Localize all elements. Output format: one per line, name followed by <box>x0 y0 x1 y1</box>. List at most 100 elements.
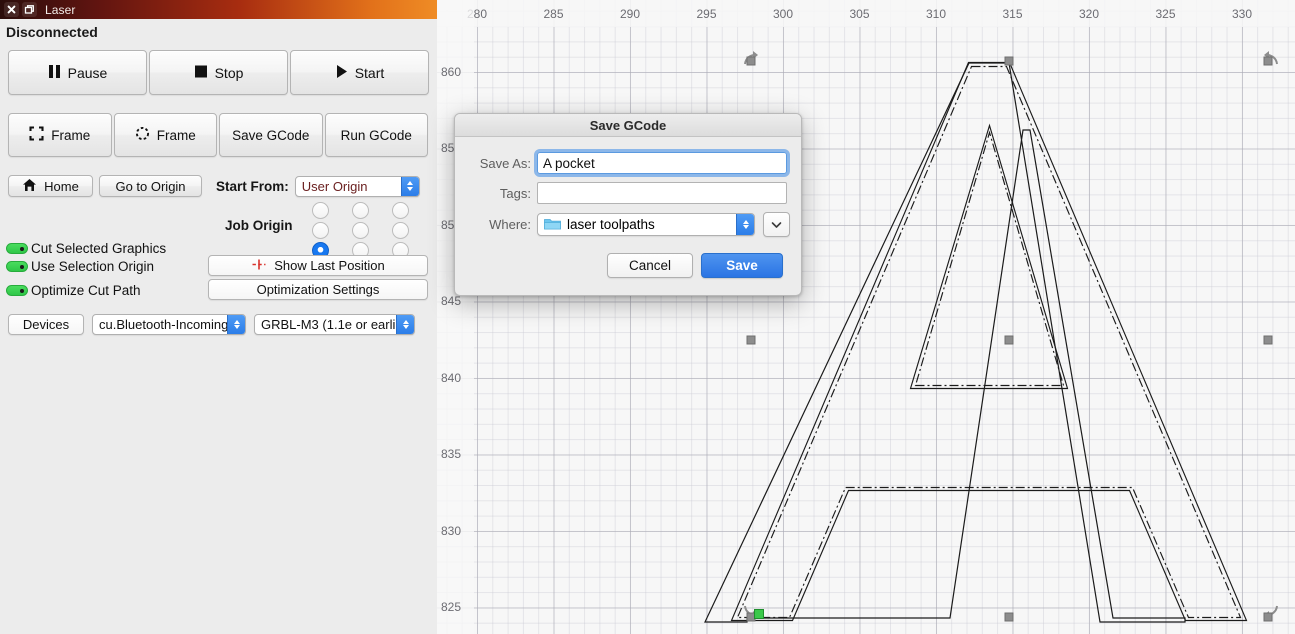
ruler-y-tick: 830 <box>441 524 462 538</box>
chevron-down-icon[interactable] <box>763 212 790 237</box>
stepper-icon[interactable] <box>396 315 414 334</box>
ruler-x-tick: 290 <box>619 7 641 21</box>
stepper-icon[interactable] <box>400 176 419 196</box>
job-origin-marker[interactable] <box>754 607 765 619</box>
tags-input[interactable] <box>537 182 787 204</box>
job-origin-label: Job Origin <box>225 218 293 233</box>
frame-square-button[interactable]: Frame <box>8 113 112 157</box>
cancel-button[interactable]: Cancel <box>607 253 693 278</box>
ruler-y-tick: 835 <box>441 447 462 461</box>
home-button[interactable]: Home <box>8 175 93 197</box>
home-origin-row: Home Go to Origin Start From: User Origi… <box>8 175 420 197</box>
frame-square-icon <box>29 126 44 144</box>
run-gcode-label: Run GCode <box>340 127 412 143</box>
window-titlebar: Laser <box>0 0 437 19</box>
folder-icon <box>544 217 561 233</box>
toggle-switch-icon[interactable] <box>6 261 28 272</box>
selection-handle-top-right[interactable] <box>1263 56 1273 66</box>
play-icon <box>335 64 348 82</box>
selection-handle-middle-left[interactable] <box>746 335 756 345</box>
toggle-switch-icon[interactable] <box>6 243 28 254</box>
job-origin-cell-5[interactable] <box>391 221 409 239</box>
letter-A-toolpath-offset <box>736 65 1242 619</box>
stepper-icon[interactable] <box>227 315 245 334</box>
save-as-label: Save As: <box>479 155 531 171</box>
selection-handle-middle-right[interactable] <box>1263 335 1273 345</box>
toggle-switch-icon[interactable] <box>6 285 28 296</box>
job-origin-cell-2[interactable] <box>391 201 409 219</box>
connection-status: Disconnected <box>6 24 98 40</box>
go-to-origin-button[interactable]: Go to Origin <box>99 175 202 197</box>
dialog-title: Save GCode <box>455 114 801 137</box>
go-to-origin-label: Go to Origin <box>115 178 186 194</box>
save-gcode-label: Save GCode <box>232 127 310 143</box>
selection-handle-top-center[interactable] <box>1004 56 1014 66</box>
letter-A-contour <box>730 61 1248 622</box>
start-from-value: User Origin <box>301 178 368 194</box>
optimization-settings-label: Optimization Settings <box>256 282 380 297</box>
crosshair-icon <box>251 258 267 274</box>
artwork-layer <box>704 51 1278 623</box>
show-last-position-label: Show Last Position <box>274 258 385 273</box>
start-button[interactable]: Start <box>290 50 429 95</box>
ruler-horizontal: 280 285 290 295 300 305 310 315 320 325 … <box>437 0 1295 27</box>
selection-handle-bottom-right[interactable] <box>1263 612 1273 622</box>
transport-buttons: Pause Stop Start <box>8 50 429 95</box>
devices-row: Devices cu.Bluetooth-Incoming GRBL-M3 (1… <box>8 314 415 335</box>
job-origin-cell-4[interactable] <box>351 221 369 239</box>
save-button[interactable]: Save <box>701 253 783 278</box>
ruler-vertical: 860 855 850 845 840 835 830 825 <box>437 0 474 634</box>
job-origin-cell-0[interactable] <box>311 201 329 219</box>
stop-icon <box>194 64 208 82</box>
tags-row: Tags: <box>469 182 787 204</box>
restore-icon[interactable] <box>22 2 37 17</box>
firmware-value: GRBL-M3 (1.1e or earli <box>261 317 396 332</box>
ruler-x-tick: 295 <box>696 7 717 21</box>
firmware-select[interactable]: GRBL-M3 (1.1e or earli <box>254 314 415 335</box>
ruler-x-tick: 285 <box>543 7 564 21</box>
pause-button[interactable]: Pause <box>8 50 147 95</box>
toggle-optimize-cut-path-label: Optimize Cut Path <box>31 283 141 298</box>
toggle-use-selection-origin[interactable]: Use Selection Origin <box>6 259 154 274</box>
save-gcode-dialog: Save GCode Save As: A pocket Tags: Where… <box>454 113 802 296</box>
save-gcode-button[interactable]: Save GCode <box>219 113 323 157</box>
serial-port-value: cu.Bluetooth-Incoming <box>99 317 227 332</box>
start-from-select[interactable]: User Origin <box>294 175 420 197</box>
where-select[interactable]: laser toolpaths <box>537 213 755 236</box>
devices-button[interactable]: Devices <box>8 314 84 335</box>
job-origin-cell-3[interactable] <box>311 221 329 239</box>
app-root: Laser Disconnected Pause Stop Start Fram… <box>0 0 1295 634</box>
selection-handle-bottom-center[interactable] <box>1004 612 1014 622</box>
ruler-x-tick: 330 <box>1231 7 1253 21</box>
frame-round-button[interactable]: Frame <box>113 113 217 157</box>
devices-button-label: Devices <box>22 317 70 332</box>
stepper-icon[interactable] <box>736 214 754 235</box>
ruler-x-tick: 325 <box>1155 7 1176 21</box>
close-icon[interactable] <box>4 2 19 17</box>
toggle-cut-selected-graphics[interactable]: Cut Selected Graphics <box>6 241 166 256</box>
optimization-settings-button[interactable]: Optimization Settings <box>208 279 428 300</box>
save-as-row: Save As: A pocket <box>469 149 790 177</box>
where-value: laser toolpaths <box>567 217 655 232</box>
laser-panel: Laser Disconnected Pause Stop Start Fram… <box>0 0 437 634</box>
run-gcode-button[interactable]: Run GCode <box>324 113 428 157</box>
ruler-y-tick: 860 <box>441 65 462 79</box>
serial-port-select[interactable]: cu.Bluetooth-Incoming <box>92 314 246 335</box>
job-origin-cell-1[interactable] <box>351 201 369 219</box>
ruler-x-tick: 305 <box>849 7 870 21</box>
toggle-optimize-cut-path[interactable]: Optimize Cut Path <box>6 283 141 298</box>
selection-handle-top-left[interactable] <box>746 56 756 66</box>
job-origin-grid[interactable] <box>300 200 420 260</box>
where-row: Where: laser toolpaths <box>469 212 790 237</box>
ruler-y-tick: 845 <box>441 294 462 308</box>
frame-round-label: Frame <box>156 127 196 143</box>
start-button-label: Start <box>354 64 385 81</box>
ruler-x-tick: 320 <box>1078 7 1100 21</box>
selection-handle-center[interactable] <box>1004 335 1014 345</box>
save-as-input[interactable]: A pocket <box>534 149 790 177</box>
design-canvas[interactable]: 280 285 290 295 300 305 310 315 320 325 … <box>437 0 1295 634</box>
stop-button[interactable]: Stop <box>149 50 288 95</box>
toggle-cut-selected-graphics-label: Cut Selected Graphics <box>31 241 167 256</box>
start-from-label: Start From: <box>216 178 289 194</box>
show-last-position-button[interactable]: Show Last Position <box>208 255 428 276</box>
